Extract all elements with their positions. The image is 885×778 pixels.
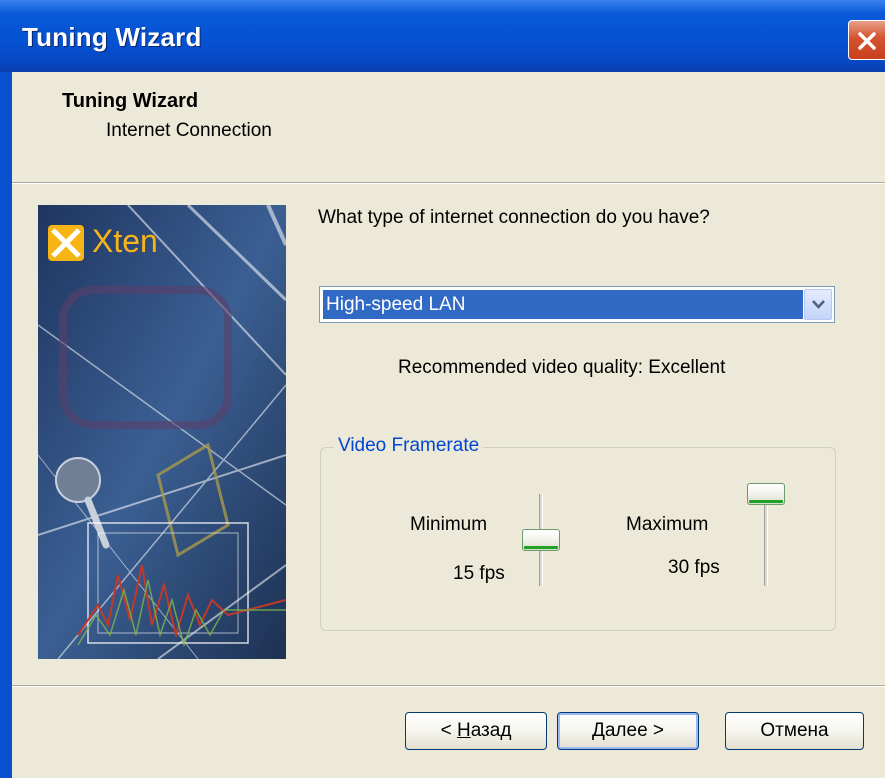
tuning-wizard-window: Tuning Wizard Tuning Wizard Internet Con… bbox=[0, 0, 885, 778]
header-subtitle: Internet Connection bbox=[106, 120, 272, 141]
minimum-label: Minimum bbox=[410, 514, 488, 535]
next-button-mnemonic: Д bbox=[591, 720, 605, 741]
header-separator bbox=[12, 182, 885, 184]
next-button-label: алее bbox=[604, 720, 648, 741]
close-icon bbox=[858, 32, 876, 50]
cancel-button[interactable]: Отмена bbox=[725, 712, 864, 750]
header-title: Tuning Wizard bbox=[62, 90, 199, 112]
chevron-down-icon bbox=[812, 300, 825, 309]
xten-banner-image: Xten bbox=[38, 205, 286, 659]
wizard-header: Tuning Wizard Internet Connection bbox=[12, 72, 885, 182]
title-bar[interactable]: Tuning Wizard bbox=[0, 0, 885, 72]
video-framerate-label: Video Framerate bbox=[334, 435, 484, 457]
back-button-mnemonic: Н bbox=[456, 720, 471, 741]
close-button[interactable] bbox=[848, 20, 885, 60]
video-framerate-group bbox=[320, 447, 836, 631]
footer-separator bbox=[12, 685, 885, 687]
back-button-prefix: < bbox=[440, 720, 457, 741]
minimum-slider-thumb[interactable] bbox=[522, 529, 560, 551]
dropdown-button[interactable] bbox=[804, 289, 832, 320]
connection-type-select[interactable]: High-speed LAN bbox=[319, 286, 835, 323]
back-button-label: азад bbox=[470, 720, 512, 741]
next-button[interactable]: Далее > bbox=[557, 712, 699, 750]
back-button[interactable]: < Назад bbox=[405, 712, 547, 750]
next-button-suffix: > bbox=[647, 720, 665, 741]
window-title: Tuning Wizard bbox=[22, 22, 202, 52]
xten-logo-text: Xten bbox=[92, 223, 158, 259]
connection-type-value: High-speed LAN bbox=[323, 290, 803, 319]
window-frame-left bbox=[0, 72, 12, 778]
connection-question: What type of internet connection do you … bbox=[318, 207, 710, 228]
maximum-value: 30 fps bbox=[668, 557, 720, 578]
maximum-label: Maximum bbox=[626, 514, 709, 535]
maximum-slider-track[interactable] bbox=[764, 494, 768, 586]
minimum-value: 15 fps bbox=[453, 563, 505, 584]
xten-logo-icon bbox=[48, 225, 84, 261]
maximum-slider-thumb[interactable] bbox=[747, 483, 785, 505]
recommended-quality-text: Recommended video quality: Excellent bbox=[398, 357, 726, 378]
cancel-button-label: Отмена bbox=[760, 720, 829, 741]
